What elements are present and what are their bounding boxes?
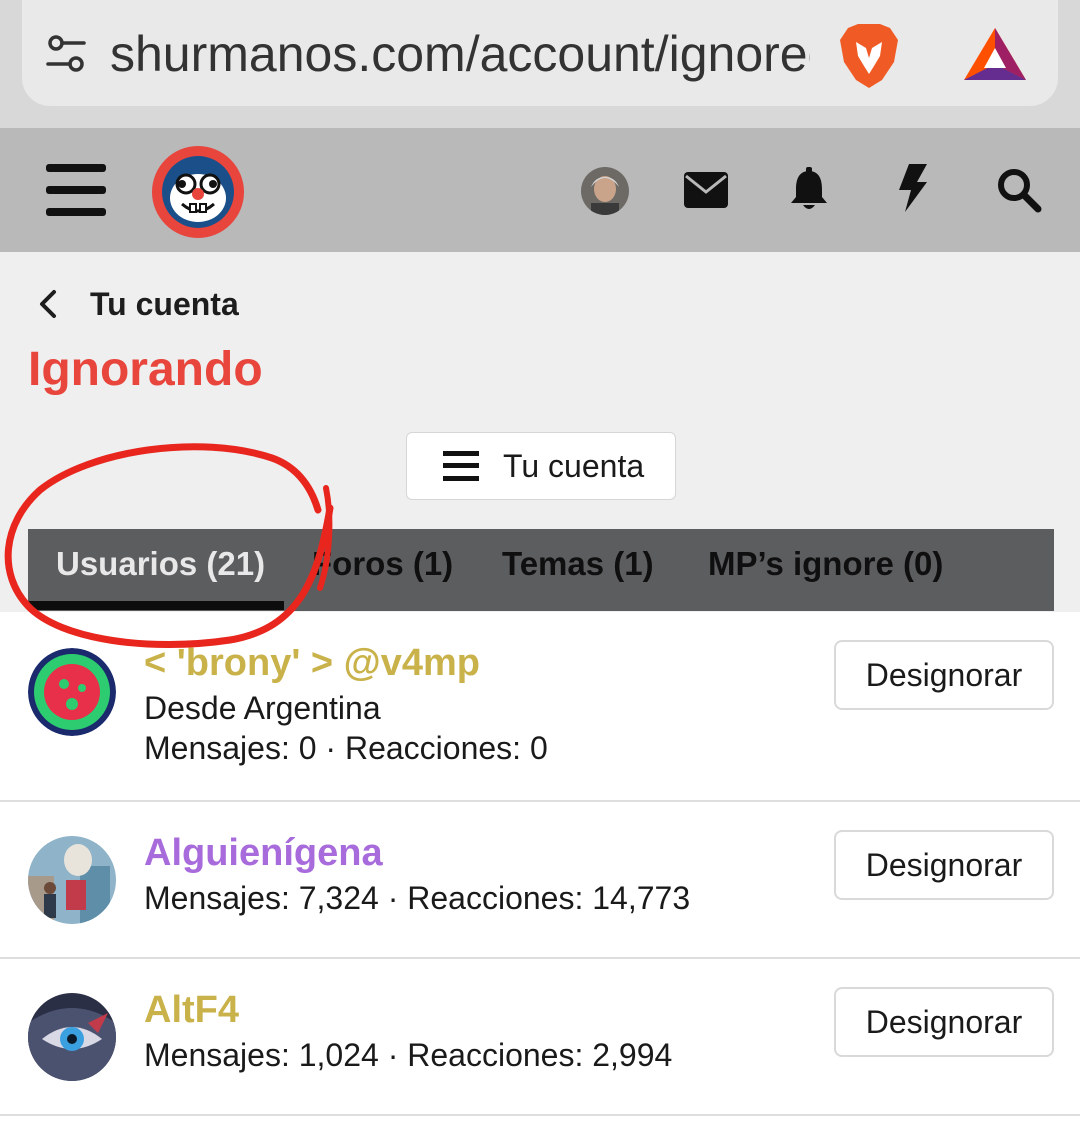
breadcrumb[interactable]: Tu cuenta — [34, 282, 239, 326]
user-location: Desde Argentina — [144, 690, 381, 726]
bolt-icon[interactable] — [897, 164, 929, 212]
tab-usuarios[interactable]: Usuarios (21) — [56, 529, 265, 611]
user-stats: Mensajes: 7,324 · Reacciones: 14,773 — [144, 880, 691, 916]
avatar[interactable] — [28, 836, 116, 924]
user-name[interactable]: AltF4 — [144, 989, 239, 1032]
hamburger-menu-icon[interactable] — [46, 164, 106, 216]
active-tab-indicator — [28, 601, 284, 610]
chevron-left-icon — [40, 290, 56, 318]
bat-triangle-icon[interactable] — [962, 26, 1028, 82]
search-icon[interactable] — [996, 167, 1042, 213]
unignore-button[interactable]: Designorar — [834, 640, 1054, 710]
tab-foros[interactable]: Foros (1) — [312, 529, 453, 611]
tab-temas[interactable]: Temas (1) — [502, 529, 654, 611]
avatar[interactable] — [28, 648, 116, 736]
user-avatar[interactable] — [581, 167, 629, 215]
user-name[interactable]: Alguienígena — [144, 832, 383, 875]
site-logo[interactable] — [152, 146, 244, 238]
user-name[interactable]: < 'brony' > @v4mp — [144, 642, 480, 685]
list-item: Alguienígena Mensajes: 7,324 · Reaccione… — [0, 802, 1080, 959]
bell-icon[interactable] — [789, 167, 829, 211]
brave-lion-icon[interactable] — [836, 22, 902, 90]
account-menu-button[interactable]: Tu cuenta — [406, 432, 676, 500]
user-stats: Mensajes: 1,024 · Reacciones: 2,994 — [144, 1037, 673, 1073]
tab-bar: Usuarios (21) Foros (1) Temas (1) MP’s i… — [28, 529, 1054, 611]
avatar[interactable] — [28, 993, 116, 1081]
list-item: AltF4 Mensajes: 1,024 · Reacciones: 2,99… — [0, 959, 1080, 1116]
account-menu-label: Tu cuenta — [503, 447, 645, 484]
user-stats: Mensajes: 0 · Reacciones: 0 — [144, 730, 548, 766]
unignore-button[interactable]: Designorar — [834, 830, 1054, 900]
breadcrumb-label: Tu cuenta — [90, 285, 239, 322]
tune-icon[interactable] — [44, 34, 88, 74]
list-item: < 'brony' > @v4mp Desde Argentina Mensaj… — [0, 612, 1080, 802]
unignore-button[interactable]: Designorar — [834, 987, 1054, 1057]
tab-mp-ignore[interactable]: MP’s ignore (0) — [708, 529, 943, 611]
menu-icon — [443, 451, 479, 481]
url-text[interactable]: shurmanos.com/account/ignored — [110, 26, 810, 82]
mail-icon[interactable] — [684, 172, 728, 208]
page-title: Ignorando — [28, 343, 263, 396]
